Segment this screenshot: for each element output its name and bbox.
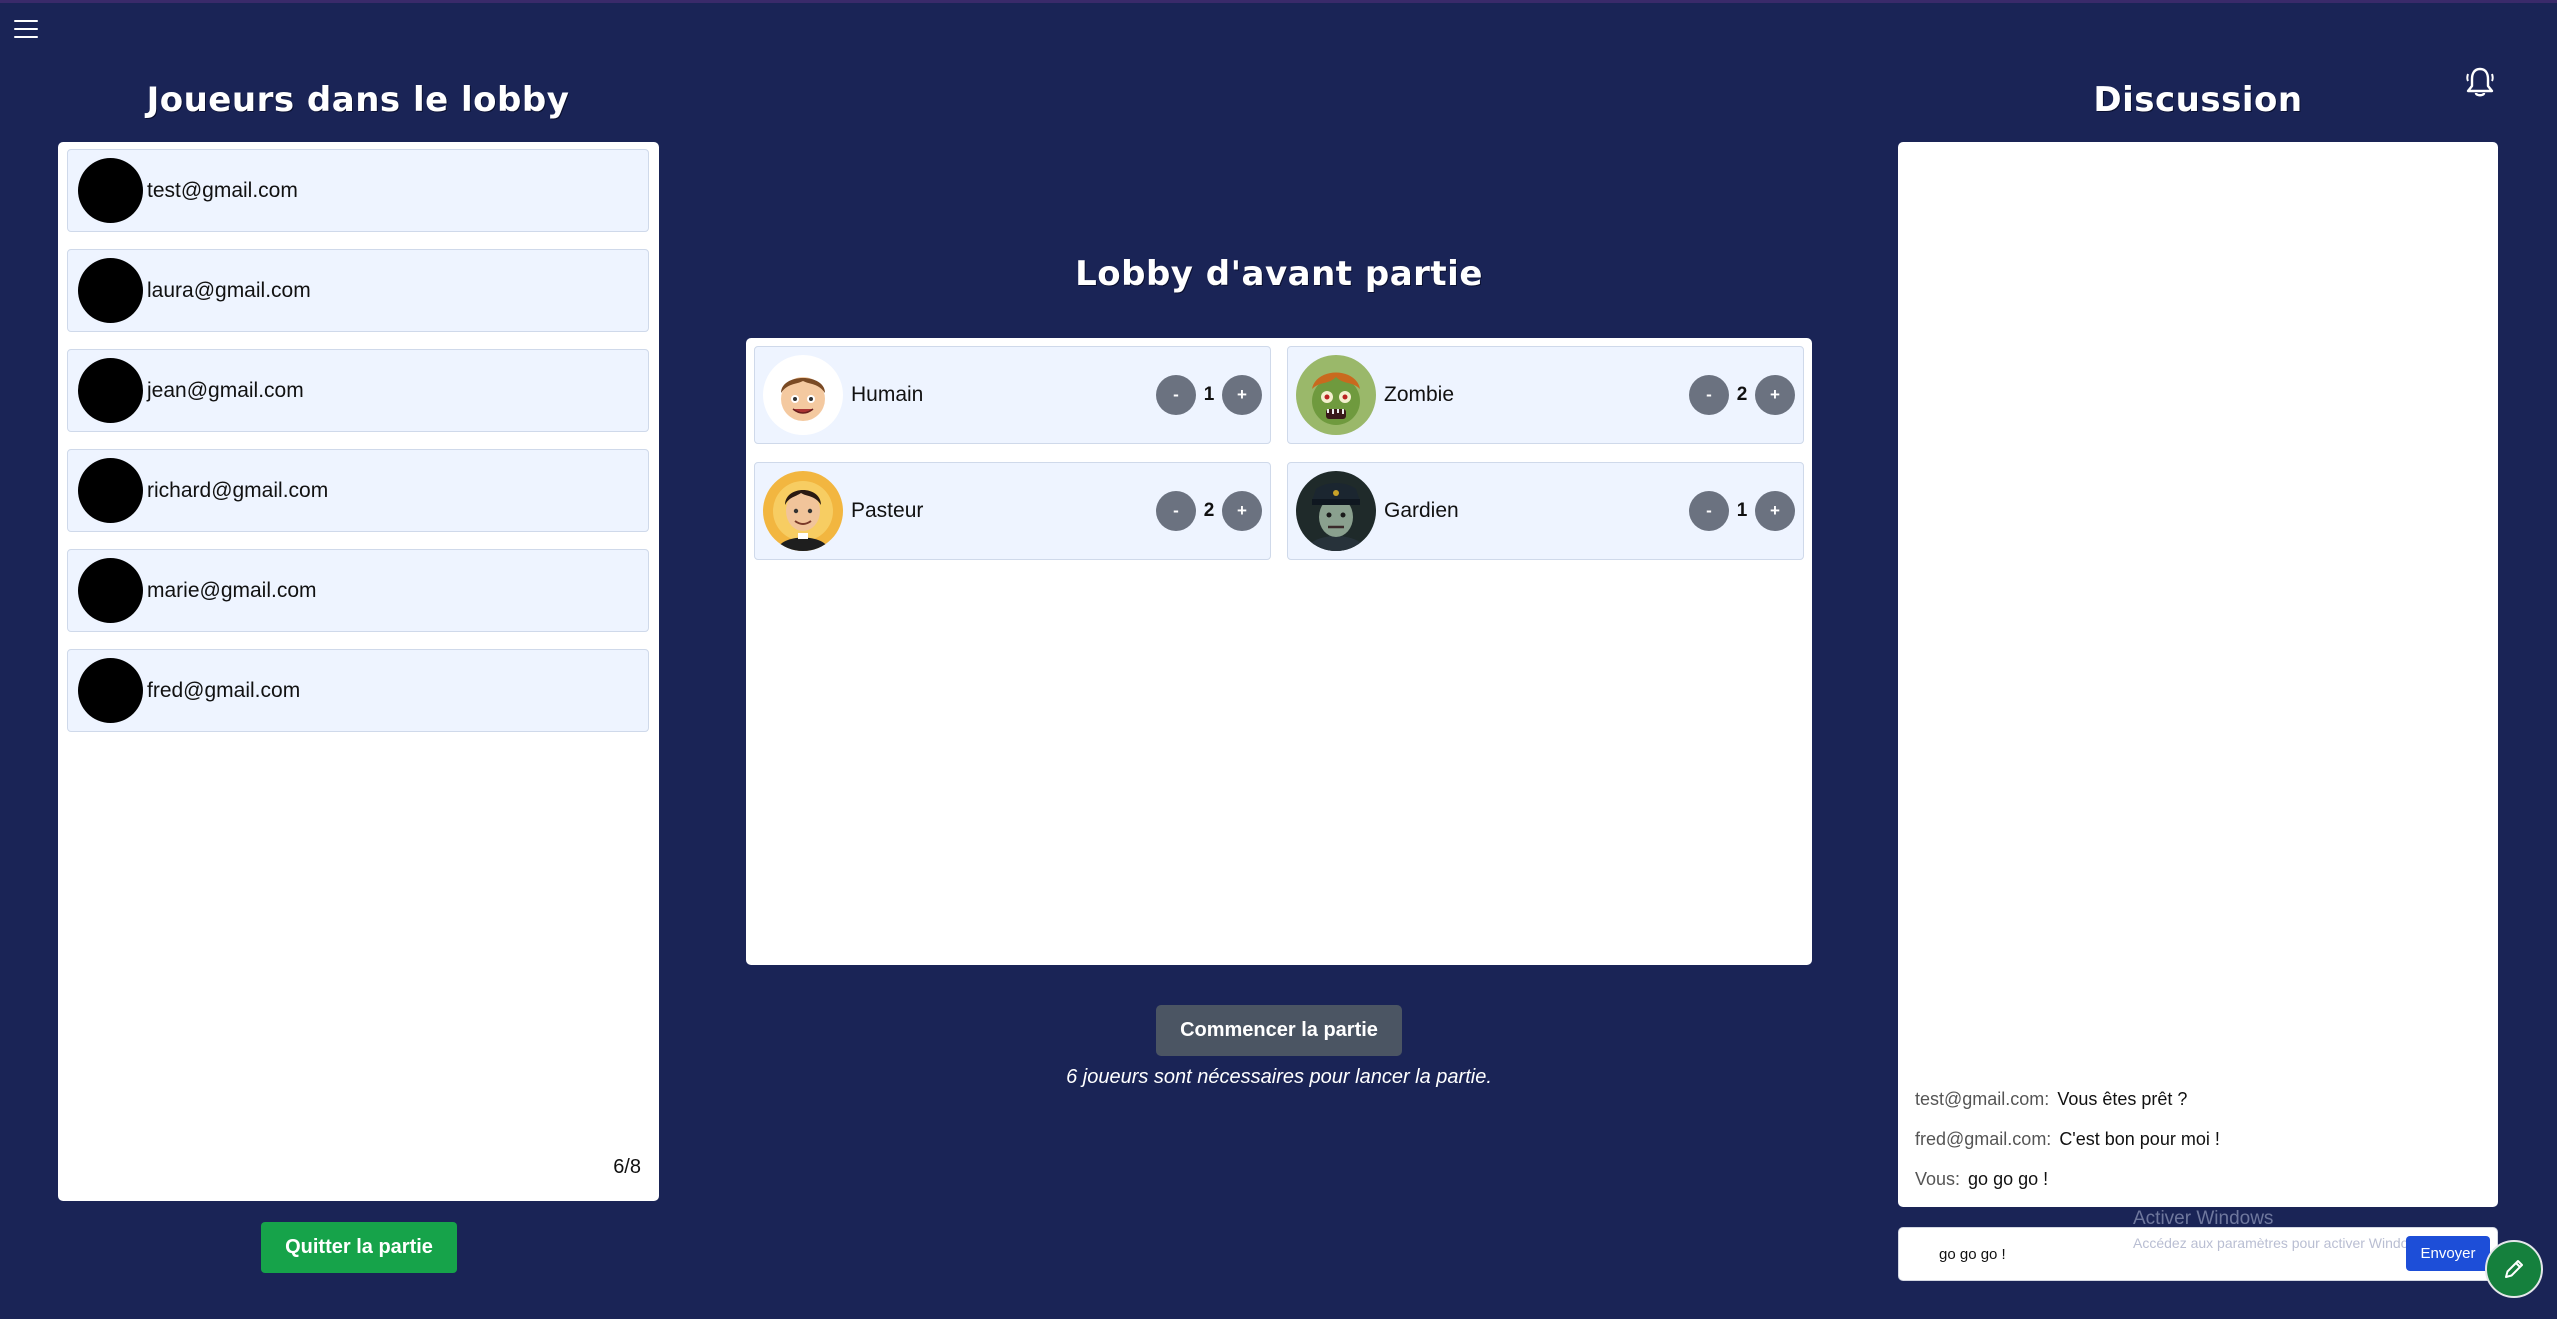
decrement-button[interactable]: - (1689, 491, 1729, 531)
player-email: jean@gmail.com (147, 378, 304, 402)
role-name: Humain (851, 383, 924, 406)
increment-button[interactable]: + (1755, 375, 1795, 415)
chat-panel: test@gmail.com: Vous êtes prêt ? fred@gma… (1898, 142, 2498, 1207)
message-text: go go go ! (1968, 1169, 2049, 1189)
pencil-icon (2505, 1260, 2523, 1278)
avatar (78, 458, 143, 523)
player-item[interactable]: fred@gmail.com (67, 649, 649, 732)
roles-panel: Humain - 1 + Zombie - 2 + Pasteur - 2 + … (746, 338, 1812, 965)
role-card-humain: Humain - 1 + (754, 346, 1271, 444)
player-item[interactable]: jean@gmail.com (67, 349, 649, 432)
increment-button[interactable]: + (1222, 491, 1262, 531)
player-email: marie@gmail.com (147, 578, 317, 602)
lobby-title: Lobby d'avant partie (1075, 254, 1483, 294)
zombie-portrait-icon (1296, 355, 1376, 435)
role-stepper: - 1 + (1689, 491, 1795, 531)
role-card-pasteur: Pasteur - 2 + (754, 462, 1271, 560)
avatar (78, 658, 143, 723)
message-text: Vous êtes prêt ? (2057, 1089, 2188, 1109)
avatar (78, 358, 143, 423)
player-item[interactable]: marie@gmail.com (67, 549, 649, 632)
decrement-button[interactable]: - (1156, 491, 1196, 531)
start-game-button[interactable]: Commencer la partie (1156, 1005, 1402, 1056)
avatar (78, 258, 143, 323)
player-email: richard@gmail.com (147, 478, 329, 502)
quit-game-button[interactable]: Quitter la partie (261, 1222, 457, 1273)
chat-message: Vous: go go go ! (1915, 1169, 2048, 1190)
priest-portrait-icon (763, 471, 843, 551)
player-item[interactable]: laura@gmail.com (67, 249, 649, 332)
increment-button[interactable]: + (1222, 375, 1262, 415)
role-stepper: - 1 + (1156, 375, 1262, 415)
player-item[interactable]: richard@gmail.com (67, 449, 649, 532)
decrement-button[interactable]: - (1689, 375, 1729, 415)
player-email: fred@gmail.com (147, 678, 301, 702)
player-count: 6/8 (613, 1156, 641, 1178)
players-title: Joueurs dans le lobby (146, 80, 570, 120)
role-stepper: - 2 + (1689, 375, 1795, 415)
role-name: Pasteur (851, 499, 924, 522)
role-stepper: - 2 + (1156, 491, 1262, 531)
message-author: test@gmail.com: (1915, 1089, 2050, 1109)
player-item[interactable]: test@gmail.com (67, 149, 649, 232)
guard-portrait-icon (1296, 471, 1376, 551)
message-author: fred@gmail.com: (1915, 1129, 2052, 1149)
players-required-hint: 6 joueurs sont nécessaires pour lancer l… (1066, 1066, 1492, 1088)
role-name: Zombie (1384, 383, 1455, 406)
role-card-gardien: Gardien - 1 + (1287, 462, 1804, 560)
player-email: test@gmail.com (147, 178, 298, 202)
chat-title: Discussion (2093, 80, 2303, 120)
message-text: C'est bon pour moi ! (2059, 1129, 2220, 1149)
players-panel: test@gmail.com laura@gmail.com jean@gmai… (58, 142, 659, 1201)
windows-activation-subtext: Accédez aux paramètres pour activer Wind… (2133, 1235, 2430, 1251)
top-border (0, 0, 2557, 3)
avatar (78, 558, 143, 623)
message-author: Vous: (1915, 1169, 1961, 1189)
human-portrait-icon (763, 355, 843, 435)
role-count: 2 (1203, 500, 1215, 521)
role-count: 1 (1736, 500, 1748, 521)
role-name: Gardien (1384, 499, 1459, 522)
hamburger-menu-icon[interactable] (14, 20, 38, 40)
chat-message: test@gmail.com: Vous êtes prêt ? (1915, 1089, 2187, 1110)
role-count: 2 (1736, 384, 1748, 405)
edit-fab-button[interactable] (2485, 1240, 2543, 1298)
chat-message: fred@gmail.com: C'est bon pour moi ! (1915, 1129, 2220, 1150)
windows-activation-watermark: Activer Windows (2133, 1208, 2274, 1229)
increment-button[interactable]: + (1755, 491, 1795, 531)
send-button[interactable]: Envoyer (2406, 1236, 2490, 1271)
player-email: laura@gmail.com (147, 278, 311, 302)
role-card-zombie: Zombie - 2 + (1287, 346, 1804, 444)
role-count: 1 (1203, 384, 1215, 405)
avatar (78, 158, 143, 223)
decrement-button[interactable]: - (1156, 375, 1196, 415)
